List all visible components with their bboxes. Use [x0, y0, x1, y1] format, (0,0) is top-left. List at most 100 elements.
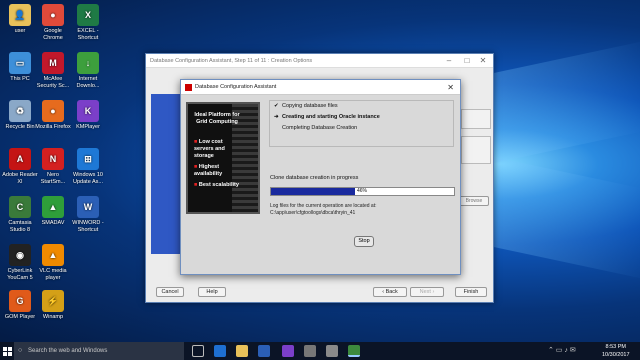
desktop-icon[interactable]: ● Google Chrome [35, 4, 71, 41]
kmplayer-icon: K [77, 100, 99, 122]
desktop-icon[interactable]: C Camtasia Studio 8 [2, 196, 38, 233]
desktop-icon-label: Google Chrome [43, 28, 63, 41]
progress-bar: 46% [270, 187, 455, 196]
help-button[interactable]: Help [198, 287, 226, 297]
progress-label: 46% [357, 188, 368, 194]
desktop-icon-label: VLC media player [39, 268, 67, 281]
desktop-icon[interactable]: ● Mozilla Firefox [35, 100, 71, 131]
desktop-icon[interactable]: ◉ CyberLink YouCam 5 [2, 244, 38, 281]
recycle-bin-icon: ♻ [9, 100, 31, 122]
desktop-icon[interactable]: W WINWORD - Shortcut [70, 196, 106, 233]
desktop-icon[interactable]: ▲ SMADAV [35, 196, 71, 227]
desktop-icon[interactable]: K KMPlayer [70, 100, 106, 131]
vlc-icon: ▲ [42, 244, 64, 266]
desktop-icon[interactable]: ↓ Internet Downlo... [70, 52, 106, 89]
tray-icons[interactable]: ⌃ ▭ ♪ ✉ [548, 346, 576, 354]
log-label: Log files for the current operation are … [270, 203, 377, 209]
stop-button[interactable]: Stop [354, 236, 374, 247]
file-explorer-icon[interactable] [236, 345, 248, 357]
desktop-icon-label: Nero StartSm... [40, 172, 66, 185]
arrow-icon: ➜ [274, 114, 279, 120]
oracle-app-icon [185, 83, 192, 91]
desktop-icon[interactable]: A Adobe Reader XI [2, 148, 38, 185]
app-icon[interactable] [326, 345, 338, 357]
search-box[interactable]: ○ Search the web and Windows [14, 342, 184, 360]
idm-icon: ↓ [77, 52, 99, 74]
desktop-icon-label: Recycle Bin [5, 124, 35, 130]
smadav-icon: ▲ [42, 196, 64, 218]
desktop-icon-label: Adobe Reader XI [2, 172, 38, 185]
oracle-dbca-task-icon[interactable] [348, 345, 360, 357]
step-list: ✔ Copying database files ➜ Creating and sta… [269, 100, 454, 147]
desktop-icon[interactable]: 👤 user [2, 4, 38, 35]
progress-dialog[interactable]: Database Configuration Assistant ✕ Ideal… [180, 79, 461, 275]
desktop-icon[interactable]: ▲ VLC media player [35, 244, 71, 281]
close-icon[interactable]: ✕ [447, 80, 454, 95]
desktop-icon[interactable]: G GOM Player [2, 290, 38, 321]
promo-item: ■ Best scalability [194, 182, 239, 188]
cancel-button[interactable]: Cancel [156, 287, 184, 297]
clock-time: 8:53 PM [605, 344, 626, 350]
desktop-icon[interactable]: ⊞ Windows 10 Update As... [70, 148, 106, 185]
camtasia-icon: C [9, 196, 31, 218]
step-item: ➜ Creating and starting Oracle instance [270, 112, 453, 123]
promo-list: ■ Low cost servers and storage ■ Highest… [194, 139, 242, 189]
desktop-icon-label: EXCEL - Shortcut [77, 28, 99, 41]
side-graphic [151, 94, 181, 254]
search-placeholder: Search the web and Windows [28, 348, 108, 354]
task-view-icon[interactable] [192, 345, 204, 357]
windows-logo-icon [3, 347, 7, 351]
visual-studio-icon[interactable] [282, 345, 294, 357]
mcafee-icon: M [42, 52, 64, 74]
desktop-icon-label: Windows 10 Update As... [73, 172, 103, 185]
check-icon: ✔ [274, 103, 279, 109]
edge-icon[interactable] [214, 345, 226, 357]
log-path: C:\app\user\cfgtoollogs\dbca\thryin_41 [270, 210, 356, 216]
desktop-icon[interactable]: ▭ This PC [2, 52, 38, 83]
close-icon[interactable]: ✕ [475, 54, 491, 68]
dialog-titlebar[interactable]: Database Configuration Assistant ✕ [181, 80, 460, 95]
next-button[interactable]: Next › [410, 287, 444, 297]
user-folder-icon: 👤 [9, 4, 31, 26]
desktop-icon-label: Camtasia Studio 8 [8, 220, 32, 233]
firefox-icon: ● [42, 100, 64, 122]
desktop-icon-label: McAfee Security Sc... [36, 76, 70, 89]
progress-fill [271, 188, 356, 195]
winamp-icon: ⚡ [42, 290, 64, 312]
desktop: 👤 user ● Google Chrome X EXCEL - Shortcut ▭ Thi… [0, 0, 640, 342]
dialog-title: Database Configuration Assistant [195, 84, 277, 90]
promo-heading: Ideal Platform for Grid Computing [194, 112, 240, 125]
desktop-icon[interactable]: ⚡ Winamp [35, 290, 71, 321]
status-text: Clone database creation in progress [270, 175, 359, 181]
step-label: Copying database files [282, 103, 338, 109]
back-label: Back [385, 289, 398, 295]
back-button[interactable]: ‹ Back [373, 287, 407, 297]
side-panel [461, 136, 491, 164]
windows-update-icon: ⊞ [77, 148, 99, 170]
computer-icon: ▭ [9, 52, 31, 74]
desktop-icon[interactable]: N Nero StartSm... [35, 148, 71, 185]
window-title: Database Configuration Assistant, Step 1… [150, 57, 313, 64]
store-icon[interactable] [258, 345, 270, 357]
oracle-promo-panel: Ideal Platform for Grid Computing ■ Low … [186, 102, 260, 214]
clock-date: 10/30/2017 [602, 352, 630, 358]
desktop-icon[interactable]: ♻ Recycle Bin [2, 100, 38, 131]
app-icon[interactable] [304, 345, 316, 357]
desktop-icon-label: KMPlayer [76, 124, 100, 130]
taskbar: ○ Search the web and Windows ⌃ ▭ ♪ ✉ 8:5… [0, 342, 640, 360]
browse-button[interactable]: Browse [459, 196, 489, 206]
side-panel [461, 109, 491, 129]
finish-button[interactable]: Finish [455, 287, 487, 297]
wallpaper-beam [470, 151, 640, 279]
start-button[interactable] [3, 347, 12, 356]
desktop-icon[interactable]: M McAfee Security Sc... [35, 52, 71, 89]
maximize-icon[interactable]: □ [459, 54, 475, 68]
desktop-icon-label: user [14, 28, 26, 34]
step-label: Creating and starting Oracle instance [282, 114, 380, 120]
desktop-icon[interactable]: X EXCEL - Shortcut [70, 4, 106, 41]
clock[interactable]: 8:53 PM 10/30/2017 [602, 343, 630, 359]
promo-item: ■ Low cost servers and storage [194, 139, 225, 159]
desktop-icon-label: Internet Downlo... [76, 76, 100, 89]
window-titlebar[interactable]: Database Configuration Assistant, Step 1… [146, 54, 493, 68]
minimize-icon[interactable]: – [441, 54, 457, 68]
